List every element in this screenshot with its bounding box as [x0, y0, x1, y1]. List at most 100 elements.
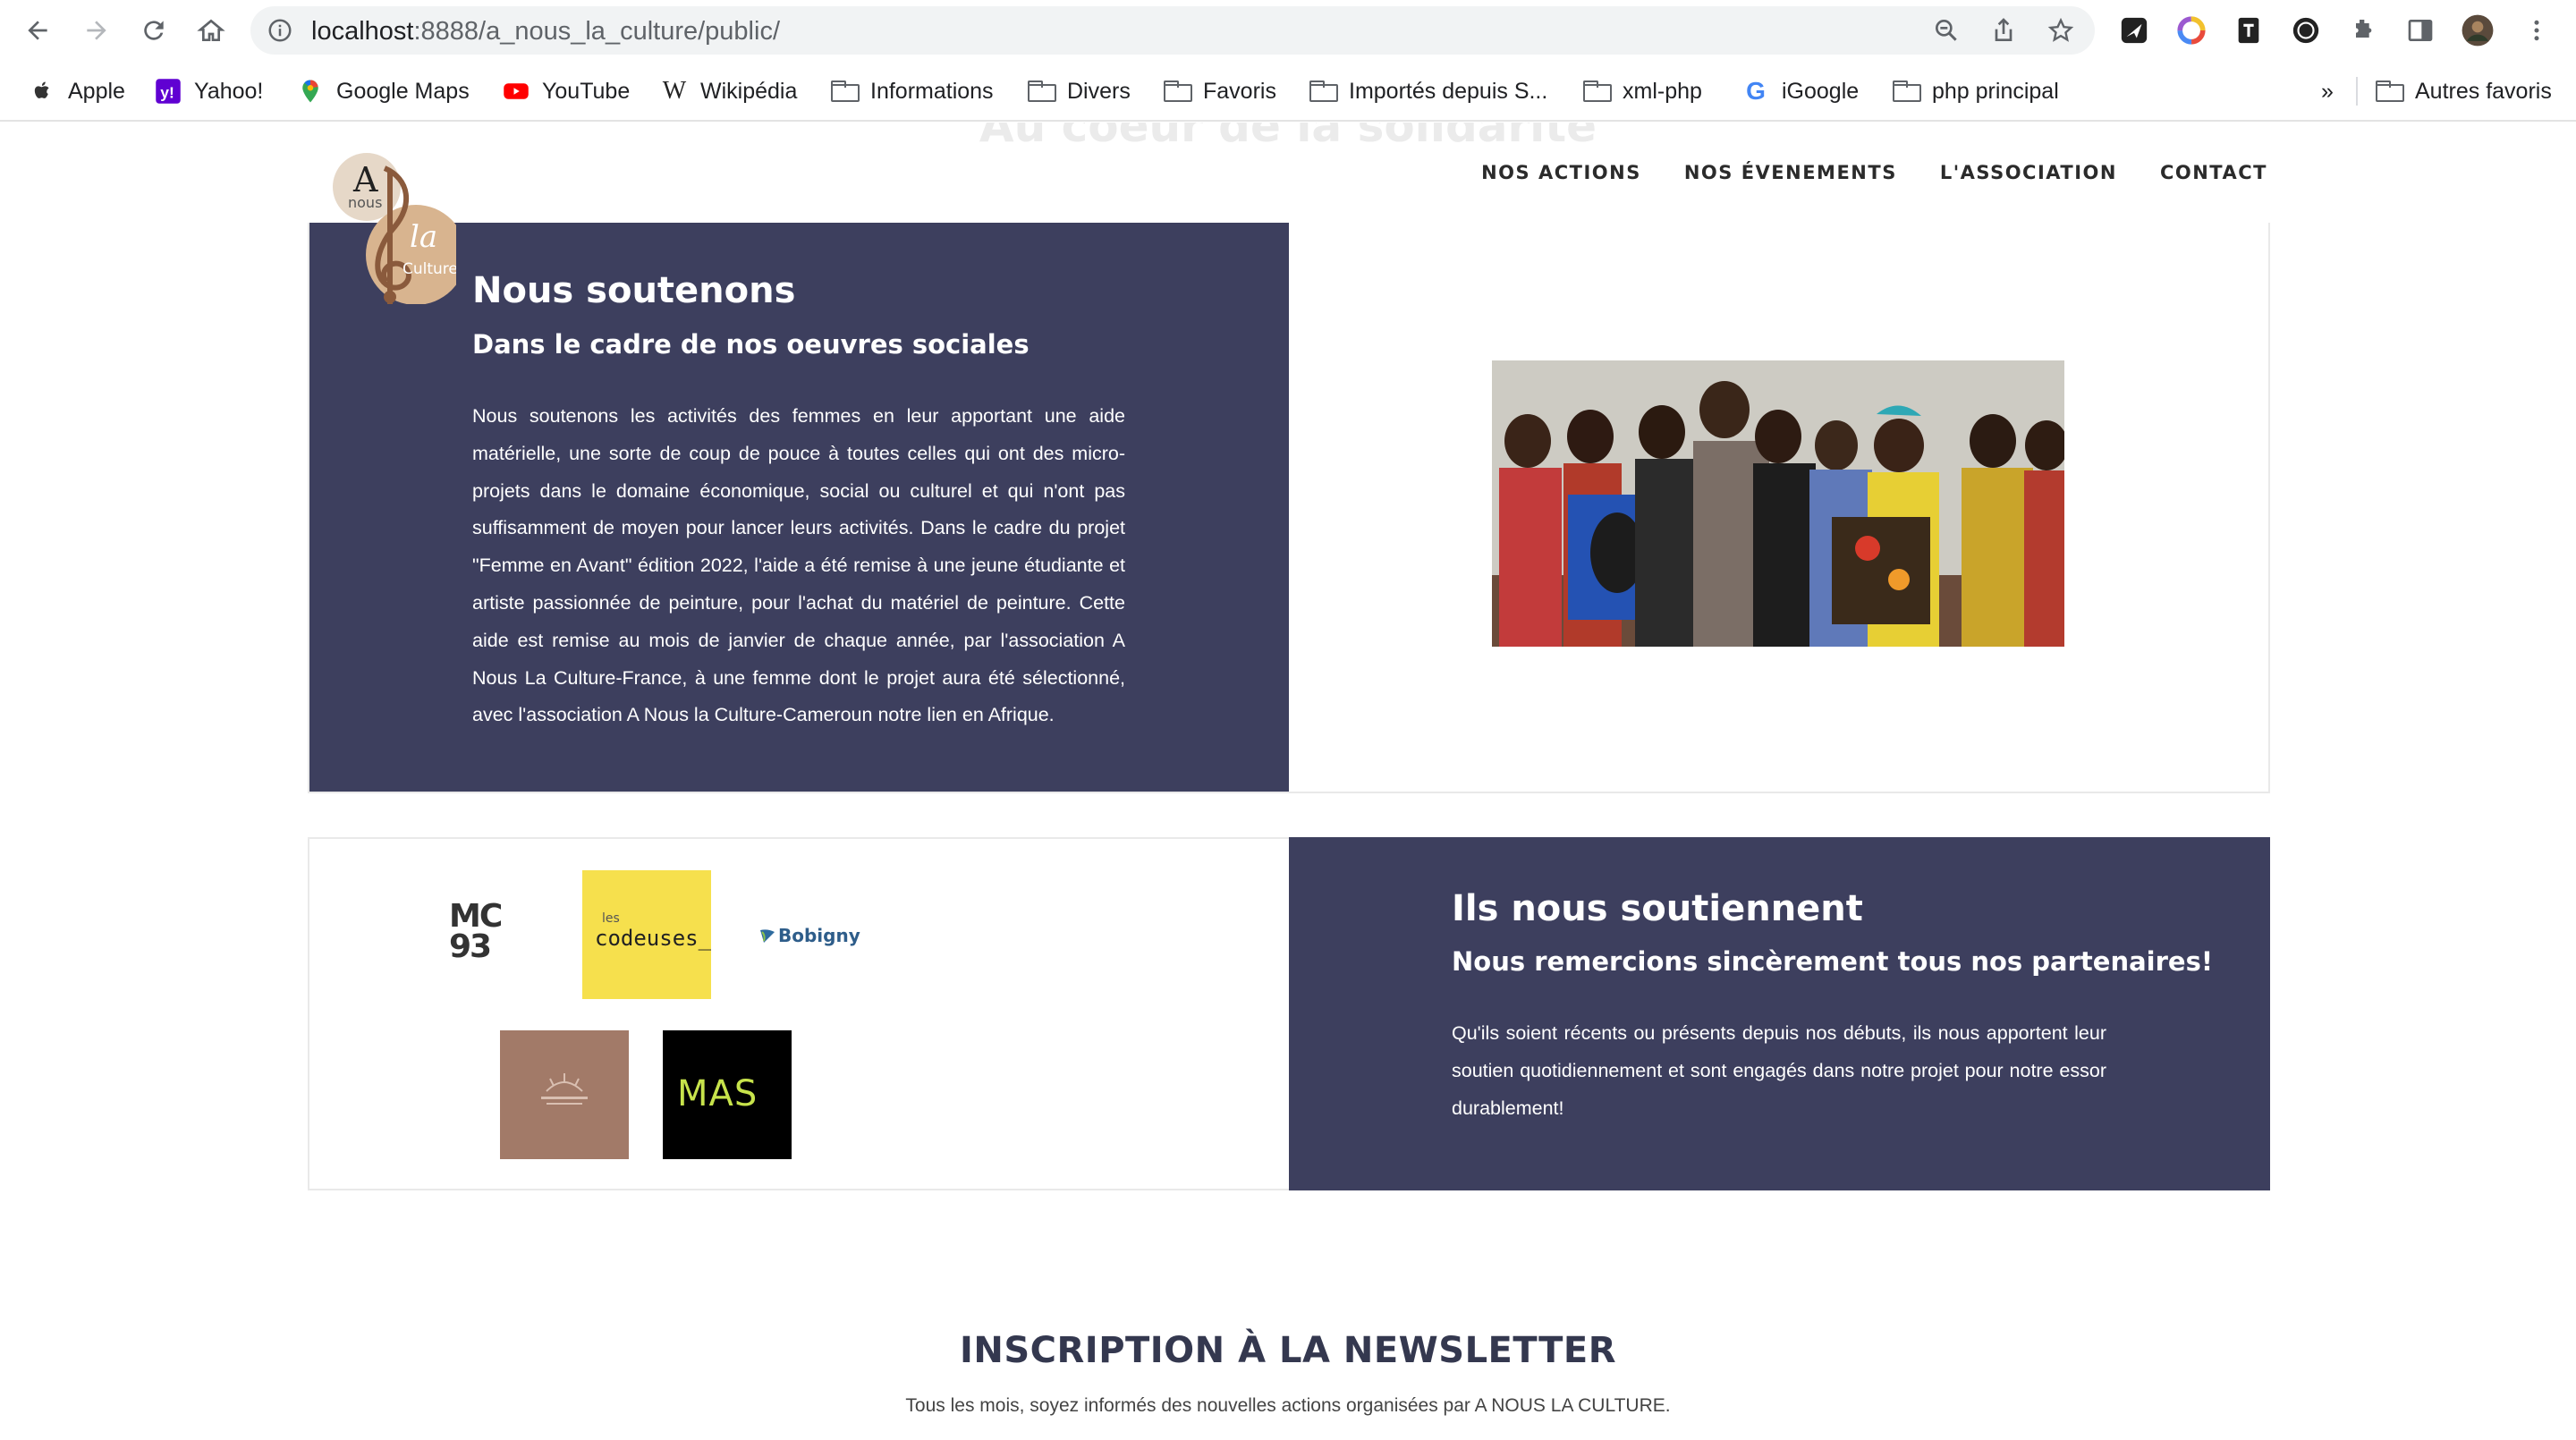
address-bar[interactable]: localhost:8888/a_nous_la_culture/public/: [250, 6, 2095, 55]
bookmark-label: php principal: [1932, 78, 2059, 104]
partner-logo-mc93[interactable]: MC 93: [449, 902, 519, 971]
side-panel-icon[interactable]: [2403, 13, 2437, 47]
newsletter-title: INSCRIPTION À LA NEWSLETTER: [959, 1330, 1616, 1371]
wikipedia-icon: W: [662, 77, 687, 105]
logo-nous: nous: [348, 194, 382, 211]
bookmark-label: iGoogle: [1782, 78, 1860, 104]
bookmark-label: YouTube: [542, 78, 631, 104]
partner-logo-mas[interactable]: MAS: [663, 1030, 792, 1159]
web-page: Au coeur de la solidarité A nous la Cult…: [0, 123, 2576, 1440]
codeuses-small-text: les: [602, 911, 620, 926]
site-header: A nous la Culture NOS ACTIONS NOS ÉVENEM…: [309, 123, 2267, 309]
bookmark-wikipedia[interactable]: W Wikipédia: [661, 73, 798, 109]
folder-icon: [1583, 78, 1612, 105]
youtube-icon: [503, 78, 530, 105]
soutenons-text-panel: Nous soutenons Dans le cadre de nos oeuv…: [309, 223, 1289, 792]
bookmark-label: Google Maps: [336, 78, 470, 104]
main-nav: NOS ACTIONS NOS ÉVENEMENTS L'ASSOCIATION…: [1438, 123, 2267, 223]
nav-contact[interactable]: CONTACT: [2160, 162, 2267, 183]
bookmark-xml-php[interactable]: xml-php: [1583, 73, 1702, 109]
bookmark-yahoo[interactable]: y! Yahoo!: [155, 73, 263, 109]
home-icon: [197, 19, 225, 41]
nav-nos-actions[interactable]: NOS ACTIONS: [1481, 162, 1641, 183]
section-nous-soutenons: Nous soutenons Dans le cadre de nos oeuv…: [308, 223, 2270, 793]
bookmarks-overflow-button[interactable]: »: [2321, 73, 2334, 109]
bookmark-label: Favoris: [1203, 78, 1276, 104]
home-button[interactable]: [191, 11, 231, 50]
soutenons-body: Nous soutenons les activités des femmes …: [472, 405, 1125, 726]
google-icon: G: [1746, 77, 1766, 105]
logo-la: la: [410, 219, 437, 255]
folder-icon: [2376, 78, 2404, 105]
women-group-photo: [1492, 360, 2064, 647]
bookmark-youtube[interactable]: YouTube: [503, 73, 630, 109]
bookmark-label: xml-php: [1623, 78, 1702, 104]
forward-button[interactable]: [77, 11, 116, 50]
folder-icon: [1028, 78, 1056, 105]
bookmark-apple[interactable]: Apple: [29, 73, 125, 109]
bookmark-autres-favoris[interactable]: Autres favoris: [2376, 73, 2552, 109]
bookmark-star-icon[interactable]: [2046, 16, 2075, 45]
nav-association[interactable]: L'ASSOCIATION: [1940, 162, 2117, 183]
svg-text:y!: y!: [160, 84, 174, 102]
chrome-menu-icon[interactable]: [2520, 13, 2554, 47]
codeuses-logo-text: codeuses_: [595, 926, 711, 951]
bookmark-label: Divers: [1067, 78, 1131, 104]
bookmark-label: Informations: [870, 78, 994, 104]
url-text: localhost:8888/a_nous_la_culture/public/: [311, 17, 780, 47]
bookmark-favoris[interactable]: Favoris: [1164, 73, 1276, 109]
bookmark-php-principal[interactable]: php principal: [1893, 73, 2059, 109]
site-info-icon[interactable]: [267, 17, 293, 44]
bookmark-informations[interactable]: Informations: [831, 73, 994, 109]
partner-logo-codeuses[interactable]: les codeuses_: [582, 870, 711, 999]
bookmark-label: Yahoo!: [194, 78, 264, 104]
reload-icon: [144, 21, 164, 40]
extension-text-icon[interactable]: [2232, 13, 2266, 47]
folder-icon: [1164, 78, 1192, 105]
extension-send-icon[interactable]: [2117, 13, 2151, 47]
folder-icon: [1309, 78, 1338, 105]
share-icon[interactable]: [1989, 16, 2018, 45]
extensions-puzzle-icon[interactable]: [2346, 13, 2380, 47]
sunburst-emblem-icon: [541, 1073, 588, 1105]
logo-culture: Culture: [402, 260, 456, 278]
partner-logo-brown-association[interactable]: [500, 1030, 629, 1159]
bookmark-label: Apple: [68, 78, 125, 104]
overflow-chevron-icon: »: [2321, 78, 2334, 104]
nav-nos-evenements[interactable]: NOS ÉVENEMENTS: [1684, 162, 1897, 183]
bookmark-label: Importés depuis S...: [1349, 78, 1548, 104]
bookmarks-divider: [2356, 77, 2358, 106]
folder-icon: [1893, 78, 1921, 105]
site-logo[interactable]: A nous la Culture: [331, 152, 466, 309]
soutenons-subtitle: Dans le cadre de nos oeuvres sociales: [472, 329, 1030, 360]
apple-icon: [29, 78, 55, 105]
back-arrow-icon: [28, 21, 47, 40]
bookmark-google-maps[interactable]: Google Maps: [297, 73, 470, 109]
forward-arrow-icon: [87, 21, 106, 40]
mc93-logo-text: MC 93: [449, 902, 503, 965]
zoom-icon[interactable]: [1932, 16, 1961, 45]
soutenons-title: Nous soutenons: [472, 270, 796, 311]
browser-toolbar: localhost:8888/a_nous_la_culture/public/: [0, 0, 2576, 61]
section-ils-nous-soutiennent: MC 93 les codeuses_ Bobigny MAS Ils nous…: [308, 837, 2270, 1190]
extension-color-ring-icon[interactable]: [2174, 13, 2208, 47]
bookmark-divers[interactable]: Divers: [1028, 73, 1131, 109]
google-maps-icon: [297, 78, 324, 105]
profile-avatar-icon[interactable]: [2461, 13, 2495, 47]
folder-icon: [831, 78, 860, 105]
bookmark-igoogle[interactable]: G iGoogle: [1742, 73, 1859, 109]
mas-logo-text: MAS: [677, 1073, 758, 1114]
bookmark-importes[interactable]: Importés depuis S...: [1309, 73, 1547, 109]
newsletter-description: Tous les mois, soyez informés des nouvel…: [905, 1395, 1671, 1416]
soutiennent-body: Qu'ils soient récents ou présents depuis…: [1452, 1022, 2106, 1119]
soutiennent-subtitle: Nous remercions sincèrement tous nos par…: [1452, 946, 2214, 977]
partner-logo-bobigny[interactable]: Bobigny: [758, 918, 866, 953]
bobigny-leaf-icon: [760, 929, 775, 943]
soutiennent-title: Ils nous soutiennent: [1452, 888, 1863, 929]
bookmark-label: Autres favoris: [2415, 78, 2552, 104]
back-button[interactable]: [18, 11, 57, 50]
yahoo-icon: y!: [155, 78, 182, 105]
bobigny-logo-text: Bobigny: [778, 925, 860, 946]
extension-sos-icon[interactable]: [2289, 13, 2323, 47]
reload-button[interactable]: [134, 11, 174, 50]
